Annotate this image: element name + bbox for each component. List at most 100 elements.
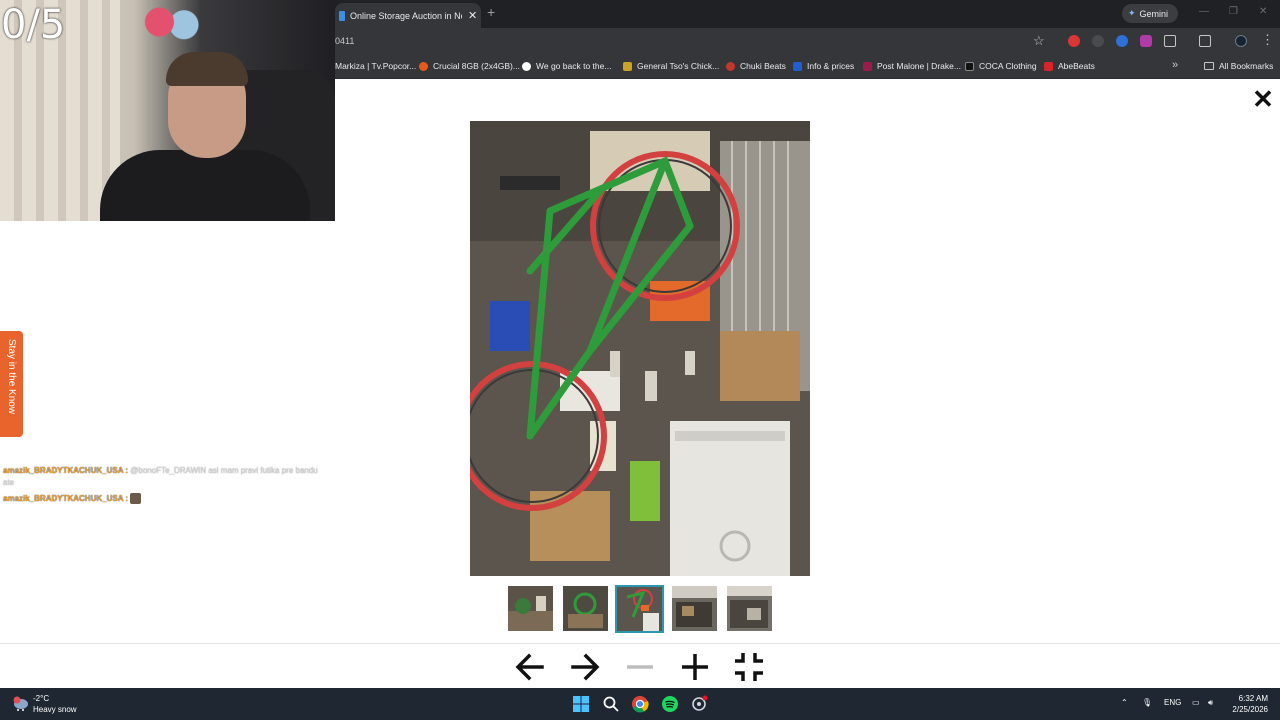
sparkle-icon: ✦ — [1128, 8, 1136, 18]
volume-icon[interactable]: 🔊︎ — [1208, 698, 1213, 708]
app-settings-icon[interactable] — [690, 695, 708, 713]
previous-arrow-icon[interactable] — [512, 649, 548, 685]
bookmark-item[interactable]: We go back to the... — [522, 61, 611, 71]
all-bookmarks-button[interactable]: All Bookmarks — [1204, 61, 1273, 71]
bookmark-label: Crucial 8GB (2x4GB)... — [433, 61, 520, 71]
bookmarks-bar: Markiza | Tv.Popcor... Crucial 8GB (2x4G… — [335, 55, 1280, 79]
more-bookmarks-icon[interactable]: » — [1172, 59, 1178, 71]
bookmark-favicon-icon — [726, 61, 735, 71]
extensions-puzzle-icon[interactable] — [1164, 35, 1176, 47]
bookmark-favicon-icon — [623, 61, 632, 71]
language-indicator[interactable]: ENG — [1164, 698, 1181, 707]
google-icon — [522, 61, 531, 71]
windows-taskbar: -2°C Heavy snow ⌃ 🎙︎ ENG ▭ 🔊︎ 6:32 AM 2/… — [0, 688, 1280, 720]
thumbnail-2[interactable] — [563, 586, 608, 631]
thumbnail-3[interactable] — [615, 585, 664, 633]
bookmark-item[interactable]: Crucial 8GB (2x4GB)... — [419, 61, 520, 71]
extension-red-icon[interactable] — [1068, 35, 1080, 47]
zoom-in-icon[interactable] — [677, 649, 713, 685]
bookmark-label: COCA Clothing — [979, 61, 1037, 71]
thumbnail-art — [563, 586, 608, 631]
spotify-icon[interactable] — [661, 695, 679, 713]
controls-divider — [0, 643, 1280, 644]
bookmark-item[interactable]: Markiza | Tv.Popcor... — [335, 61, 416, 71]
webcam-plush-toys — [135, 0, 205, 55]
stay-in-the-know-tab[interactable]: Stay in the Know — [0, 331, 23, 437]
browser-tab-strip: Online Storage Auction in New ✕ + ✦ Gemi… — [335, 0, 1280, 28]
url-text[interactable]: 0411 — [335, 36, 354, 46]
bookmark-item[interactable]: Post Malone | Drake... — [863, 61, 961, 71]
chat-message: amazik_BRADYTKACHUK_USA : @bonoFTe_DRAWI… — [3, 464, 333, 477]
address-bar: 0411 ☆ ⋮ — [335, 28, 1280, 55]
webcam-person-body — [100, 150, 310, 221]
bookmark-label: General Tso's Chick... — [637, 61, 720, 71]
webcam-person-hair — [166, 52, 248, 86]
clock-time: 6:32 AM — [1238, 694, 1268, 703]
image-counter: 0/5 — [1, 2, 66, 48]
tab-title: Online Storage Auction in New — [350, 10, 462, 21]
thumbnail-4[interactable] — [672, 586, 717, 631]
system-clock[interactable]: 6:32 AM 2/25/2026 — [1228, 693, 1268, 715]
weather-condition: Heavy snow — [33, 705, 77, 714]
chat-text: @bonoFTe_DRAWIN asi mam pravi futika pre… — [128, 466, 318, 475]
webcam-overlay: 0/5 — [0, 0, 335, 221]
minimize-icon[interactable]: — — [1199, 6, 1209, 17]
snow-cloud-icon — [11, 695, 29, 713]
chat-message: amazik_BRADYTKACHUK_USA : — [3, 492, 333, 505]
browser-menu-icon[interactable]: ⋮ — [1261, 32, 1274, 48]
bookmark-item[interactable]: COCA Clothing — [965, 61, 1037, 71]
chat-username: amazik_BRADYTKACHUK_USA : — [3, 494, 129, 503]
tab-search-icon[interactable] — [1199, 35, 1211, 47]
all-bookmarks-label: All Bookmarks — [1219, 61, 1274, 71]
bookmark-label: Info & prices — [807, 61, 855, 71]
chat-emote-icon — [130, 493, 142, 505]
storage-unit-photo — [470, 121, 810, 576]
bookmark-item[interactable]: General Tso's Chick... — [623, 61, 719, 71]
weather-widget[interactable]: -2°C Heavy snow — [11, 693, 77, 715]
bookmark-label: Markiza | Tv.Popcor... — [335, 61, 417, 71]
bookmark-label: Chuki Beats — [740, 61, 786, 71]
window-close-icon[interactable]: ✕ — [1259, 6, 1267, 17]
clock-date: 2/25/2026 — [1232, 705, 1268, 714]
gemini-button[interactable]: ✦ Gemini — [1122, 4, 1178, 23]
bookmark-favicon-icon — [793, 61, 802, 71]
thumbnail-1[interactable] — [508, 586, 553, 631]
bookmark-label: AbeBeats — [1058, 61, 1095, 71]
bookmark-star-icon[interactable]: ☆ — [1033, 33, 1045, 49]
extension-wave-icon[interactable] — [1116, 35, 1128, 47]
bookmark-item[interactable]: AbeBeats — [1044, 61, 1095, 71]
bookmark-favicon-icon — [965, 61, 974, 71]
next-arrow-icon[interactable] — [567, 649, 603, 685]
bookmark-item[interactable]: Chuki Beats — [726, 61, 786, 71]
thumbnail-5[interactable] — [727, 586, 772, 631]
tab-favicon-icon — [339, 10, 345, 21]
microphone-icon[interactable]: 🎙︎ — [1142, 698, 1152, 707]
search-icon[interactable] — [602, 695, 620, 713]
chrome-icon[interactable] — [631, 695, 649, 713]
tray-chevron-icon[interactable]: ⌃ — [1121, 698, 1128, 707]
exit-fullscreen-icon[interactable] — [731, 649, 767, 685]
windows-start-icon[interactable] — [572, 695, 590, 713]
temperature: -2°C — [33, 694, 50, 703]
weather-text: -2°C Heavy snow — [33, 693, 77, 715]
zoom-out-icon[interactable] — [622, 649, 658, 685]
lightbox-close-icon[interactable]: ✕ — [1250, 86, 1276, 112]
restore-icon[interactable]: ❐ — [1229, 6, 1238, 17]
thumbnail-art — [508, 586, 553, 631]
new-tab-icon[interactable]: + — [487, 4, 495, 20]
thumbnail-art — [672, 586, 717, 631]
stream-chat: amazik_BRADYTKACHUK_USA : @bonoFTe_DRAWI… — [3, 464, 333, 505]
bookmark-label: Post Malone | Drake... — [877, 61, 961, 71]
bookmark-favicon-icon — [419, 61, 428, 71]
bookmark-item[interactable]: Info & prices — [793, 61, 854, 71]
bookmark-favicon-icon — [863, 61, 872, 71]
network-icon[interactable]: ▭ — [1192, 698, 1200, 707]
profile-avatar[interactable] — [1235, 35, 1247, 47]
gemini-label: Gemini — [1139, 8, 1169, 19]
extension-purple-icon[interactable] — [1140, 35, 1152, 47]
browser-tab[interactable]: Online Storage Auction in New ✕ — [335, 3, 481, 28]
thumbnail-art — [727, 586, 772, 631]
tab-close-icon[interactable]: ✕ — [468, 9, 477, 22]
storage-unit-photo-art — [470, 121, 810, 576]
extension-play-icon[interactable] — [1092, 35, 1104, 47]
